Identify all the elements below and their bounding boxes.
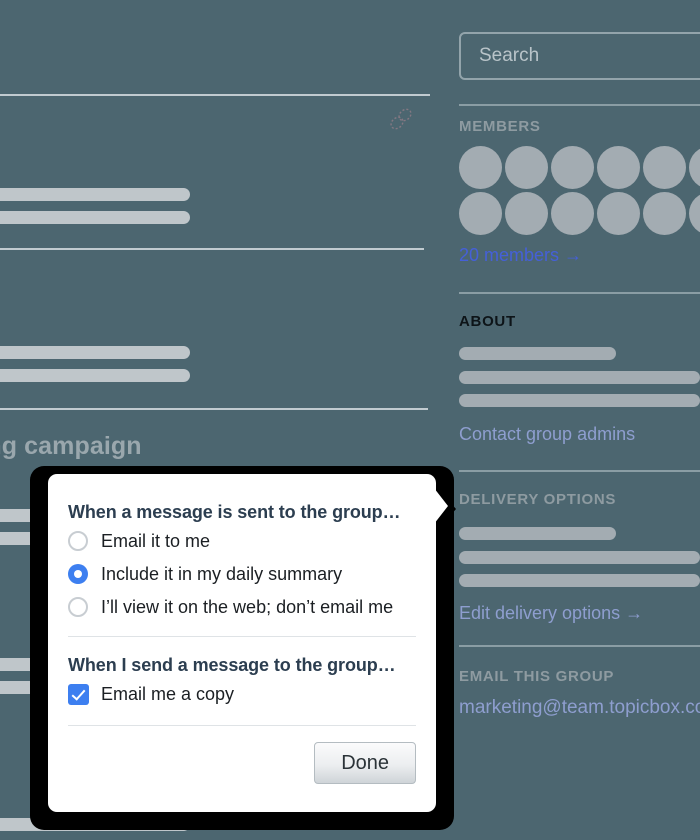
checkbox-icon-checked[interactable] [68, 683, 89, 705]
skeleton-bar [459, 527, 616, 540]
page-title: rtising campaign [0, 432, 142, 460]
skeleton-bar [459, 371, 700, 384]
skeleton-bar [0, 188, 190, 201]
skeleton-bar [459, 394, 700, 407]
skeleton-bar [0, 346, 190, 359]
edit-delivery-options-link[interactable]: Edit delivery options → [459, 603, 643, 624]
checkbox-option-email-me-a-copy[interactable]: Email me a copy [68, 679, 416, 709]
sidebar-divider [459, 104, 700, 106]
member-avatar-grid [459, 146, 700, 235]
about-heading: ABOUT [459, 313, 516, 330]
content-divider-top [0, 94, 430, 96]
link-icon[interactable] [388, 106, 414, 137]
delivery-options-popover: When a message is sent to the group… Ema… [30, 466, 456, 830]
avatar[interactable] [643, 192, 686, 235]
members-count-link[interactable]: 20 members → [459, 245, 582, 266]
sidebar-divider [459, 645, 700, 647]
avatar[interactable] [551, 146, 594, 189]
avatar[interactable] [551, 192, 594, 235]
content-divider-lower [0, 408, 428, 410]
avatar[interactable] [505, 192, 548, 235]
email-group-heading: EMAIL THIS GROUP [459, 668, 615, 685]
radio-option-email-it-to-me[interactable]: Email it to me [68, 526, 416, 556]
skeleton-bar [0, 369, 190, 382]
checkbox-label: Email me a copy [101, 684, 235, 704]
contact-admins-link[interactable]: Contact group admins [459, 424, 635, 445]
skeleton-bar [459, 574, 700, 587]
skeleton-bar [0, 211, 190, 224]
skeleton-bar [459, 347, 616, 360]
radio-icon-unselected[interactable] [68, 531, 88, 551]
radio-icon-selected[interactable] [68, 564, 88, 584]
radio-label: Email it to me [101, 531, 211, 551]
members-heading: MEMBERS [459, 118, 541, 135]
search-input[interactable] [459, 32, 700, 80]
radio-label: I’ll view it on the web; don’t email me [101, 597, 394, 617]
radio-option-daily-summary[interactable]: Include it in my daily summary [68, 559, 416, 589]
sidebar: MEMBERS 20 members → ABOUT Contact group… [459, 0, 700, 840]
avatar[interactable] [459, 146, 502, 189]
sidebar-divider [459, 292, 700, 294]
avatar[interactable] [689, 192, 700, 235]
done-button[interactable]: Done [314, 742, 416, 784]
avatar[interactable] [597, 146, 640, 189]
avatar[interactable] [643, 146, 686, 189]
sidebar-divider [459, 470, 700, 472]
send-options-title: When I send a message to the group… [68, 655, 396, 675]
popover-body: When a message is sent to the group… Ema… [48, 474, 436, 812]
avatar[interactable] [505, 146, 548, 189]
avatar[interactable] [689, 146, 700, 189]
content-divider-mid [0, 248, 424, 250]
skeleton-bar [459, 551, 700, 564]
popover-tail [434, 488, 448, 524]
avatar[interactable] [597, 192, 640, 235]
radio-icon-unselected[interactable] [68, 597, 88, 617]
popover-footer: Done [48, 726, 436, 784]
avatar[interactable] [459, 192, 502, 235]
radio-option-web-only[interactable]: I’ll view it on the web; don’t email me [68, 592, 416, 622]
group-email-address[interactable]: marketing@team.topicbox.co [459, 697, 700, 719]
radio-label: Include it in my daily summary [101, 564, 343, 584]
delivery-options-heading: DELIVERY OPTIONS [459, 491, 617, 508]
receive-options-title: When a message is sent to the group… [68, 502, 401, 522]
